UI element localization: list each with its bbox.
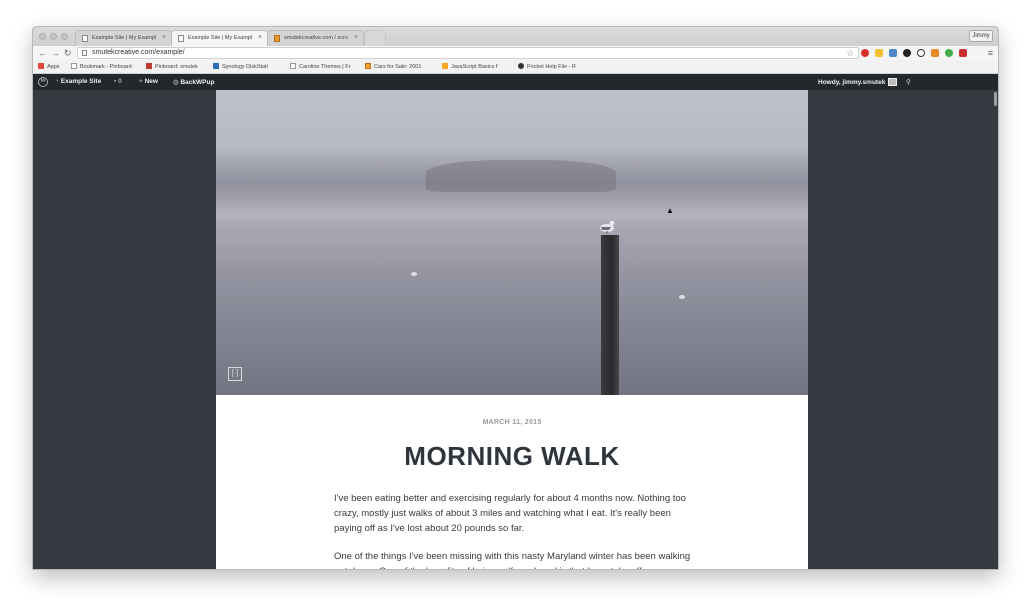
opera-extension-icon[interactable] [861,49,869,57]
notes-extension-icon[interactable] [875,49,883,57]
new-tab-button[interactable] [364,30,386,46]
browser-window: Example Site | My Exampl × Example Site … [32,26,999,570]
comments-link[interactable]: ▪ 0 [114,78,122,85]
maximize-window-button[interactable] [61,33,68,40]
new-content-link[interactable]: + New [139,78,158,85]
backwpup-link[interactable]: ◎ BackWPup [173,78,214,86]
tab-example-site-1[interactable]: Example Site | My Exampl × [75,30,172,46]
bookmark-synology[interactable]: Synology DiskStati [213,63,268,70]
image-icon [274,35,280,42]
minimize-window-button[interactable] [50,33,57,40]
tab-example-site-2[interactable]: Example Site | My Exampl × [171,30,268,46]
wooden-post [601,235,619,395]
post-title: MORNING WALK [404,441,620,471]
post-paragraph: One of the things I've been missing with… [334,551,691,569]
pin-icon [146,63,152,69]
bookmark-cars-for-sale[interactable]: Cars for Sale: 2001 [365,63,421,70]
page-content: [·] ▲ MARCH 11, 2015 MORNING WALK I've b… [33,90,998,569]
bookmark-caroline-themes[interactable]: Caroline Themes | Fr [290,63,350,70]
tab-title: Example Site | My Exampl [92,35,157,41]
reload-icon[interactable]: ↻ [64,47,72,59]
post-article: MARCH 11, 2015 MORNING WALK I've been ea… [216,395,808,569]
bookmark-star-icon[interactable]: ☆ [846,47,854,59]
green-extension-icon[interactable] [945,49,953,57]
close-tab-icon[interactable]: × [258,34,262,41]
bookmark-pinboard-smutek[interactable]: Pinboard: smutek [146,63,198,70]
wordpress-logo-icon[interactable]: W [38,77,48,87]
bookmark-javascript[interactable]: JavaScript Basics f [442,63,497,70]
comment-icon: ▪ [114,78,117,85]
profile-button[interactable]: Jimmy [969,30,993,42]
page-icon [82,50,87,56]
close-tab-icon[interactable]: × [354,34,358,41]
address-bar[interactable]: smutekcreative.com/example/ [77,47,859,59]
image-caption-icon[interactable]: [·] [228,367,242,381]
bookmark-pinboard[interactable]: Bookmark - Pinboard [71,63,132,70]
u-icon [442,63,448,69]
pocket-icon [518,63,524,69]
red-extension-icon[interactable] [959,49,967,57]
my-account-link[interactable]: Howdy, jimmy.smutek [818,78,898,86]
post-date[interactable]: MARCH 11, 2015 [216,419,808,426]
tab-smutekcreative[interactable]: smutekcreative.com / scro × [267,30,364,46]
browser-toolbar: ← → ↻ smutekcreative.com/example/ ☆ ≡ [33,46,998,60]
tab-strip: Example Site | My Exampl × Example Site … [33,27,998,46]
post-paragraph: I've been eating better and exercising r… [334,493,686,534]
calendar-extension-icon[interactable] [889,49,897,57]
page-icon [178,35,184,42]
dsm-icon [213,63,219,69]
bookmark-pocket[interactable]: Pocket Help File - R [518,63,576,70]
tab-title: smutekcreative.com / scro [284,35,348,41]
back-icon[interactable]: ← [38,47,47,59]
dashboard-icon: ◔ [55,78,59,85]
car-icon [365,63,371,69]
plus-icon: + [139,78,143,85]
tab-title: Example Site | My Exampl [188,35,253,41]
close-tab-icon[interactable]: × [162,34,166,41]
scrollbar-thumb[interactable] [994,92,997,106]
avatar [888,78,898,86]
wp-admin-bar: W ◔ Example Site ▪ 0 + New ◎ BackWPup Ho… [33,74,998,90]
apps-icon [38,63,44,69]
url-text: smutekcreative.com/example/ [92,49,185,56]
bookmark-apps[interactable]: Apps [38,63,60,70]
mouse-cursor: ▲ [666,206,674,215]
bookmarks-bar: Apps Bookmark - Pinboard Pinboard: smute… [33,60,998,74]
feed-extension-icon[interactable] [931,49,939,57]
forward-icon[interactable]: → [51,47,60,59]
page-icon [290,63,296,69]
page-icon [71,63,77,69]
page-icon [82,35,88,42]
site-name-link[interactable]: ◔ Example Site [55,78,101,85]
close-window-button[interactable] [39,33,46,40]
block-extension-icon[interactable] [917,49,925,57]
dark-extension-icon[interactable] [903,49,911,57]
featured-image: [·] ▲ [216,90,808,395]
search-icon[interactable]: ⚲ [906,78,911,86]
backwpup-icon: ◎ [173,79,179,86]
menu-icon[interactable]: ≡ [988,47,993,59]
seagull [600,220,615,233]
